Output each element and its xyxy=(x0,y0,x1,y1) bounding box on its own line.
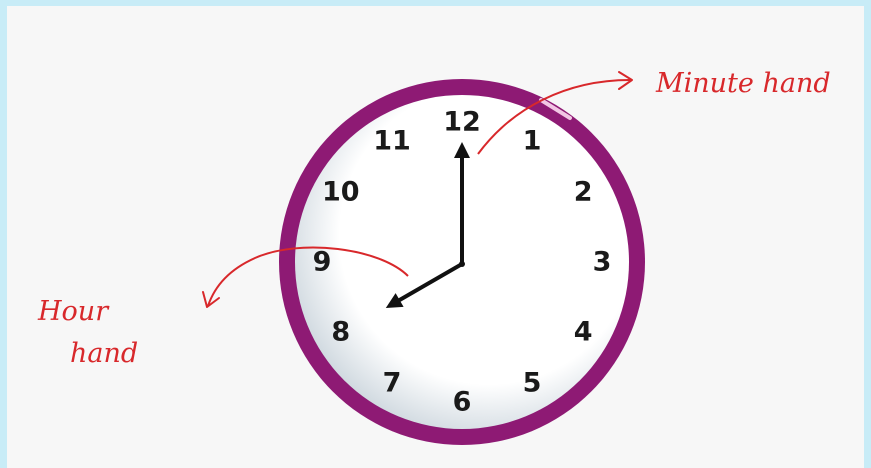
clock-number-4: 4 xyxy=(574,317,593,348)
clock-number-3: 3 xyxy=(593,247,612,278)
clock-diagram: 12 1 2 3 4 5 6 7 8 9 10 11 Minute hand Hour hand xyxy=(0,0,871,468)
clock-svg: 121234567891011 Minute hand Hour hand xyxy=(37,68,831,445)
clock-number-9: 9 xyxy=(313,247,332,278)
clock-center xyxy=(459,261,465,267)
clock-number-6: 6 xyxy=(453,387,472,418)
clock-number-8: 8 xyxy=(331,317,350,348)
hour-hand-label-line1: Hour xyxy=(37,296,110,327)
clock-number-10: 10 xyxy=(322,177,360,208)
clock-number-1: 1 xyxy=(523,125,542,156)
clock-number-11: 11 xyxy=(373,125,411,156)
clock-number-7: 7 xyxy=(383,368,402,399)
clock-number-5: 5 xyxy=(523,368,542,399)
clock-number-12: 12 xyxy=(443,107,481,138)
hour-hand-label-line2: hand xyxy=(70,338,138,369)
clock-number-2: 2 xyxy=(574,177,593,208)
minute-hand-label: Minute hand xyxy=(655,68,831,99)
